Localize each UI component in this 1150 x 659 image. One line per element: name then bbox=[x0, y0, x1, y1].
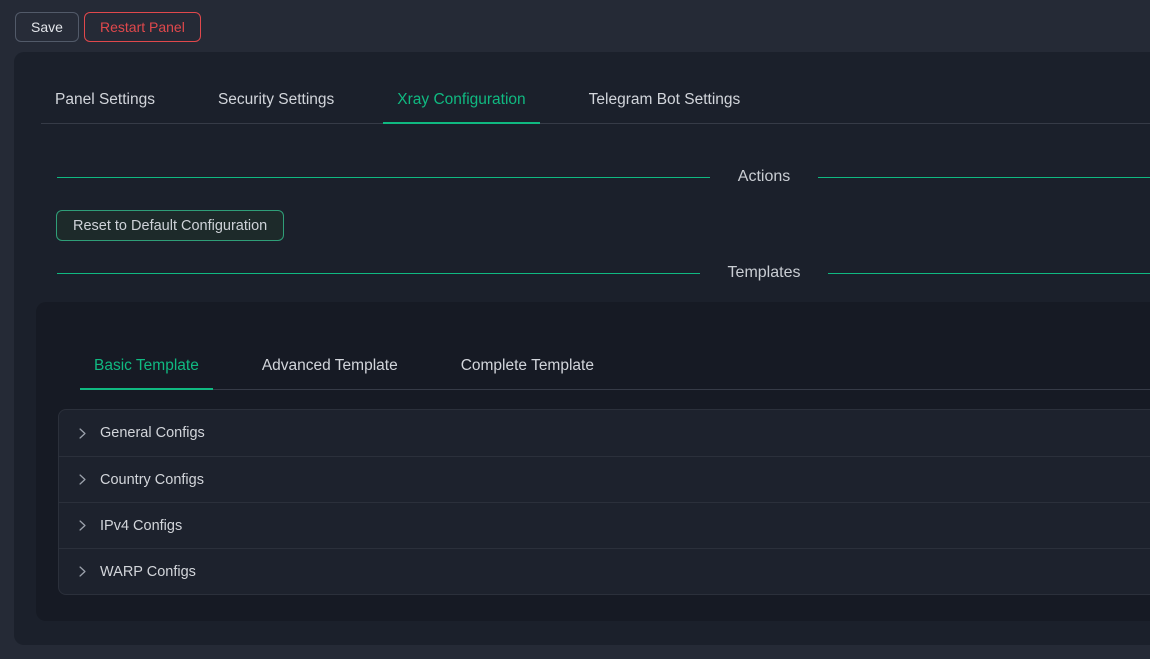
accordion-item-country-configs[interactable]: Country Configs bbox=[59, 456, 1150, 502]
reset-to-default-button[interactable]: Reset to Default Configuration bbox=[56, 210, 284, 241]
actions-divider: Actions bbox=[14, 166, 1150, 188]
settings-card: Panel Settings Security Settings Xray Co… bbox=[14, 52, 1150, 645]
accordion-item-ipv4-configs[interactable]: IPv4 Configs bbox=[59, 502, 1150, 548]
divider-line bbox=[828, 273, 1150, 274]
tab-advanced-template[interactable]: Advanced Template bbox=[248, 343, 412, 390]
templates-divider: Templates bbox=[14, 262, 1150, 284]
accordion-item-label: Country Configs bbox=[100, 472, 204, 488]
tab-security-settings[interactable]: Security Settings bbox=[204, 77, 348, 124]
chevron-right-icon bbox=[76, 519, 89, 532]
chevron-right-icon bbox=[76, 427, 89, 440]
template-tab-bar: Basic Template Advanced Template Complet… bbox=[80, 302, 1150, 390]
divider-line bbox=[57, 273, 700, 274]
divider-line bbox=[818, 177, 1150, 178]
accordion-item-label: WARP Configs bbox=[100, 564, 196, 580]
divider-line bbox=[57, 177, 710, 178]
restart-panel-button[interactable]: Restart Panel bbox=[84, 12, 201, 42]
templates-divider-title: Templates bbox=[728, 264, 801, 282]
accordion-item-warp-configs[interactable]: WARP Configs bbox=[59, 548, 1150, 594]
tab-basic-template[interactable]: Basic Template bbox=[80, 343, 213, 390]
template-config-accordion: General Configs Country Configs IPv4 Con… bbox=[58, 409, 1150, 595]
tab-complete-template[interactable]: Complete Template bbox=[447, 343, 608, 390]
save-button[interactable]: Save bbox=[15, 12, 79, 42]
actions-divider-title: Actions bbox=[738, 168, 790, 186]
tab-panel-settings[interactable]: Panel Settings bbox=[41, 77, 169, 124]
templates-card: Basic Template Advanced Template Complet… bbox=[36, 302, 1150, 621]
accordion-item-general-configs[interactable]: General Configs bbox=[59, 410, 1150, 456]
settings-tab-bar: Panel Settings Security Settings Xray Co… bbox=[41, 77, 1150, 124]
tab-xray-configuration[interactable]: Xray Configuration bbox=[383, 77, 539, 124]
chevron-right-icon bbox=[76, 473, 89, 486]
top-action-bar: Save Restart Panel bbox=[0, 0, 1150, 52]
tab-telegram-bot-settings[interactable]: Telegram Bot Settings bbox=[575, 77, 755, 124]
chevron-right-icon bbox=[76, 565, 89, 578]
accordion-item-label: General Configs bbox=[100, 425, 205, 441]
accordion-item-label: IPv4 Configs bbox=[100, 518, 182, 534]
